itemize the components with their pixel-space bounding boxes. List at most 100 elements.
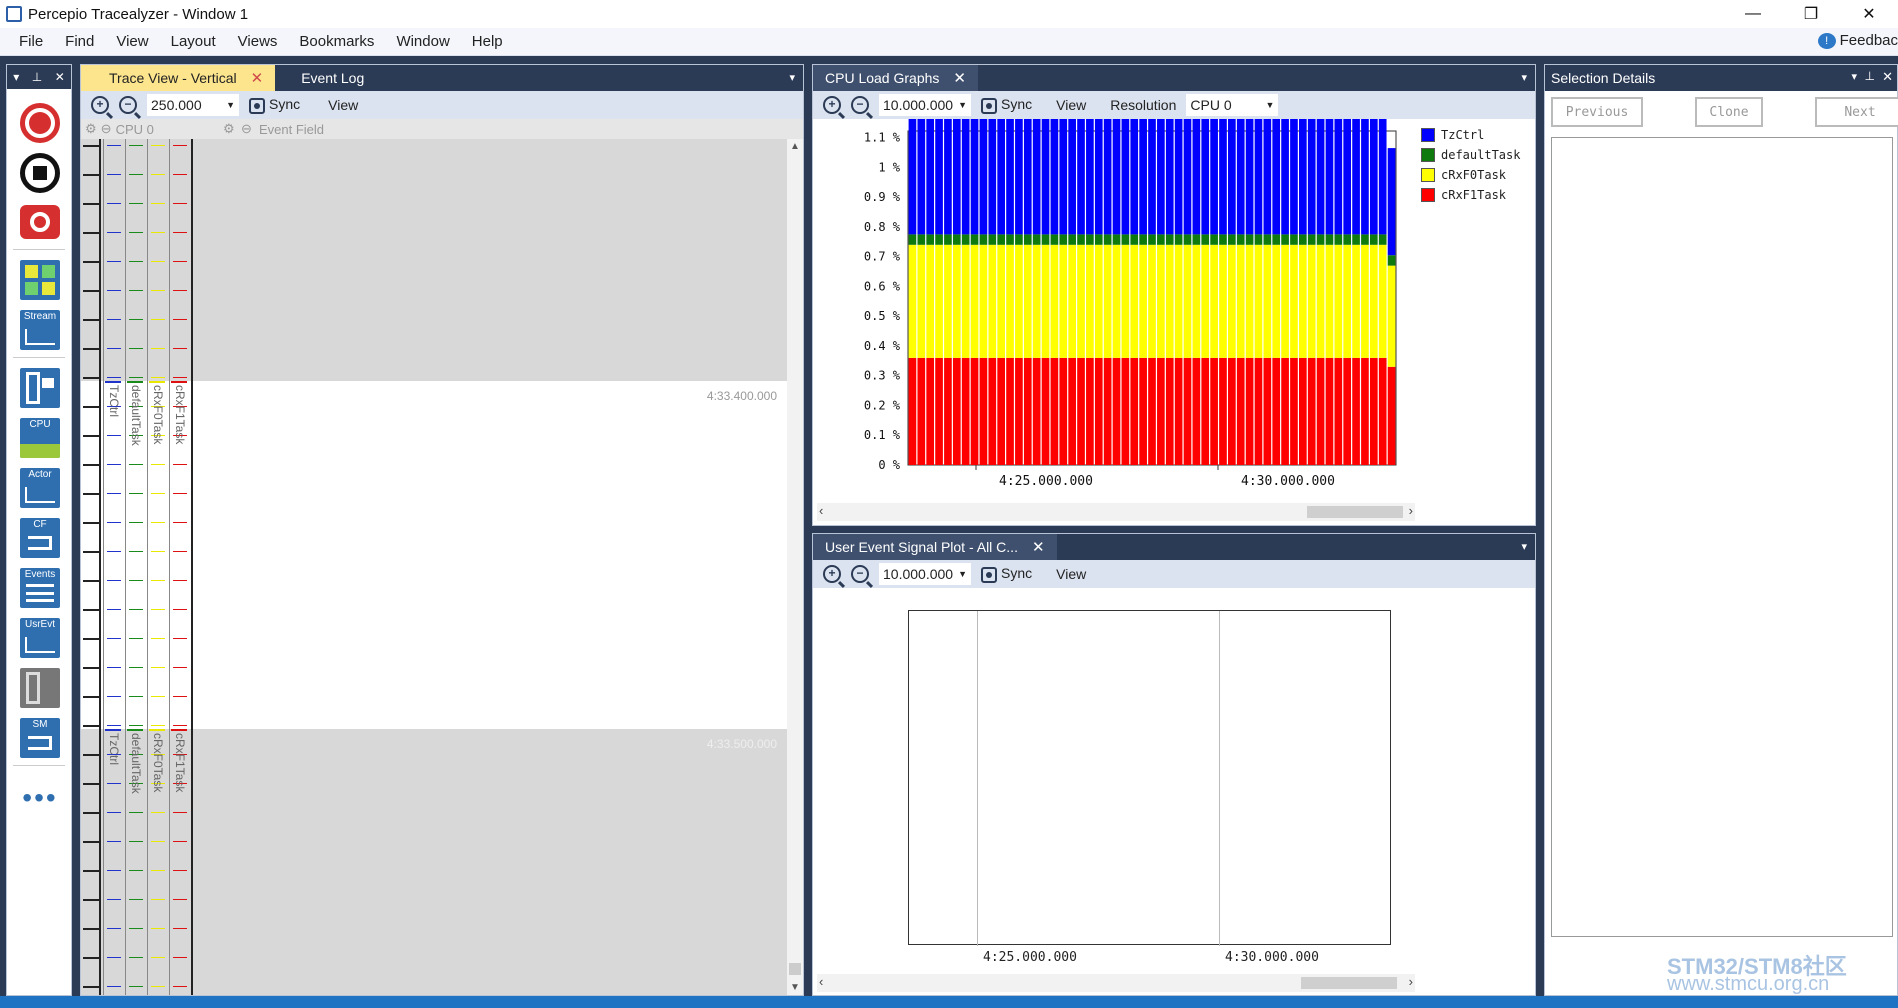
zoom-level-combo[interactable]: 10.000.000 ▼ (879, 563, 971, 585)
event-tick[interactable] (151, 203, 165, 204)
snapshot-button[interactable] (19, 201, 61, 243)
task-instance[interactable] (171, 381, 187, 383)
panel-menu-icon[interactable]: ▾ (1521, 540, 1527, 553)
event-tick[interactable] (107, 232, 121, 233)
event-tick[interactable] (107, 290, 121, 291)
task-instance[interactable] (149, 381, 165, 383)
menu-view[interactable]: View (105, 33, 159, 50)
event-tick[interactable] (107, 928, 121, 929)
event-tick[interactable] (173, 145, 187, 146)
event-tick[interactable] (151, 522, 165, 523)
menu-find[interactable]: Find (54, 33, 105, 50)
event-tick[interactable] (129, 551, 143, 552)
event-tick[interactable] (107, 319, 121, 320)
event-tick[interactable] (129, 899, 143, 900)
menu-views[interactable]: Views (227, 33, 289, 50)
task-instance[interactable] (105, 729, 121, 731)
event-tick[interactable] (173, 870, 187, 871)
event-tick[interactable] (173, 174, 187, 175)
view-menu-button[interactable]: View (1056, 97, 1086, 113)
event-tick[interactable] (173, 319, 187, 320)
event-tick[interactable] (173, 696, 187, 697)
close-button[interactable]: ✕ (1840, 0, 1898, 28)
event-tick[interactable] (129, 174, 143, 175)
event-tick[interactable] (107, 812, 121, 813)
event-tick[interactable] (129, 493, 143, 494)
event-tick[interactable] (107, 725, 121, 726)
more-views-button[interactable]: ••• (19, 777, 61, 819)
event-tick[interactable] (173, 464, 187, 465)
event-tick[interactable] (107, 145, 121, 146)
event-tick[interactable] (107, 609, 121, 610)
task-instance[interactable] (127, 381, 143, 383)
event-tick[interactable] (107, 377, 121, 378)
menu-file[interactable]: File (8, 33, 54, 50)
zoom-out-icon[interactable]: − (851, 565, 869, 583)
settings-icon[interactable]: ⚙ (223, 121, 235, 137)
event-tick[interactable] (173, 261, 187, 262)
event-tick[interactable] (107, 435, 121, 436)
view-menu-button[interactable]: View (1056, 566, 1086, 582)
maximize-button[interactable]: ❐ (1782, 0, 1840, 28)
event-tick[interactable] (107, 667, 121, 668)
event-tick[interactable] (129, 841, 143, 842)
event-tick[interactable] (151, 261, 165, 262)
event-tick[interactable] (173, 986, 187, 987)
event-tick[interactable] (107, 696, 121, 697)
event-tick[interactable] (173, 928, 187, 929)
event-tick[interactable] (107, 203, 121, 204)
close-icon[interactable]: ✕ (55, 70, 65, 84)
event-tick[interactable] (129, 812, 143, 813)
event-tick[interactable] (173, 232, 187, 233)
event-tick[interactable] (151, 319, 165, 320)
cpu-load-chart[interactable]: 0 % 0.1 % 0.2 % 0.3 % 0.4 % 0.5 % 0.6 % 0.7 % 0.… (813, 119, 1419, 499)
event-tick[interactable] (151, 464, 165, 465)
event-tick[interactable] (173, 725, 187, 726)
legend-item[interactable]: TzCtrl (1421, 125, 1520, 145)
event-tick[interactable] (151, 145, 165, 146)
pin-icon[interactable]: ⊥ (32, 70, 42, 84)
event-tick[interactable] (107, 870, 121, 871)
event-tick[interactable] (129, 696, 143, 697)
event-tick[interactable] (173, 203, 187, 204)
event-tick[interactable] (151, 928, 165, 929)
event-tick[interactable] (151, 957, 165, 958)
event-tick[interactable] (107, 551, 121, 552)
legend-item[interactable]: cRxF1Task (1421, 185, 1520, 205)
close-tab-icon[interactable]: ✕ (251, 69, 264, 87)
user-events-button[interactable]: UsrEvt (19, 617, 61, 659)
dropdown-icon[interactable]: ▾ (1851, 70, 1857, 83)
event-tick[interactable] (129, 261, 143, 262)
legend-item[interactable]: defaultTask (1421, 145, 1520, 165)
task-instance[interactable] (127, 729, 143, 731)
event-tick[interactable] (151, 696, 165, 697)
zoom-in-icon[interactable]: + (823, 96, 841, 114)
event-tick[interactable] (151, 986, 165, 987)
previous-button[interactable]: Previous (1551, 97, 1643, 127)
event-tick[interactable] (107, 522, 121, 523)
event-tick[interactable] (173, 957, 187, 958)
event-tick[interactable] (129, 145, 143, 146)
event-tick[interactable] (129, 928, 143, 929)
horizontal-scrollbar[interactable]: ‹ › (817, 974, 1415, 992)
menu-help[interactable]: Help (461, 33, 514, 50)
event-tick[interactable] (151, 609, 165, 610)
zoom-out-icon[interactable]: − (851, 96, 869, 114)
zoom-level-combo[interactable]: 10.000.000 ▼ (879, 94, 971, 116)
event-tick[interactable] (129, 957, 143, 958)
event-tick[interactable] (173, 580, 187, 581)
event-tick[interactable] (107, 783, 121, 784)
cpu-load-button[interactable]: CPU (19, 417, 61, 459)
feedback-button[interactable]: ! Feedbac (1817, 32, 1898, 49)
menu-layout[interactable]: Layout (160, 33, 227, 50)
event-tick[interactable] (107, 348, 121, 349)
dropdown-icon[interactable]: ▾ (13, 70, 19, 84)
menu-window[interactable]: Window (385, 33, 460, 50)
panel-menu-icon[interactable]: ▾ (789, 71, 795, 84)
event-tick[interactable] (173, 638, 187, 639)
event-tick[interactable] (151, 232, 165, 233)
event-tick[interactable] (107, 493, 121, 494)
event-tick[interactable] (173, 348, 187, 349)
event-tick[interactable] (107, 957, 121, 958)
collapse-icon[interactable]: ⊖ (101, 121, 112, 137)
